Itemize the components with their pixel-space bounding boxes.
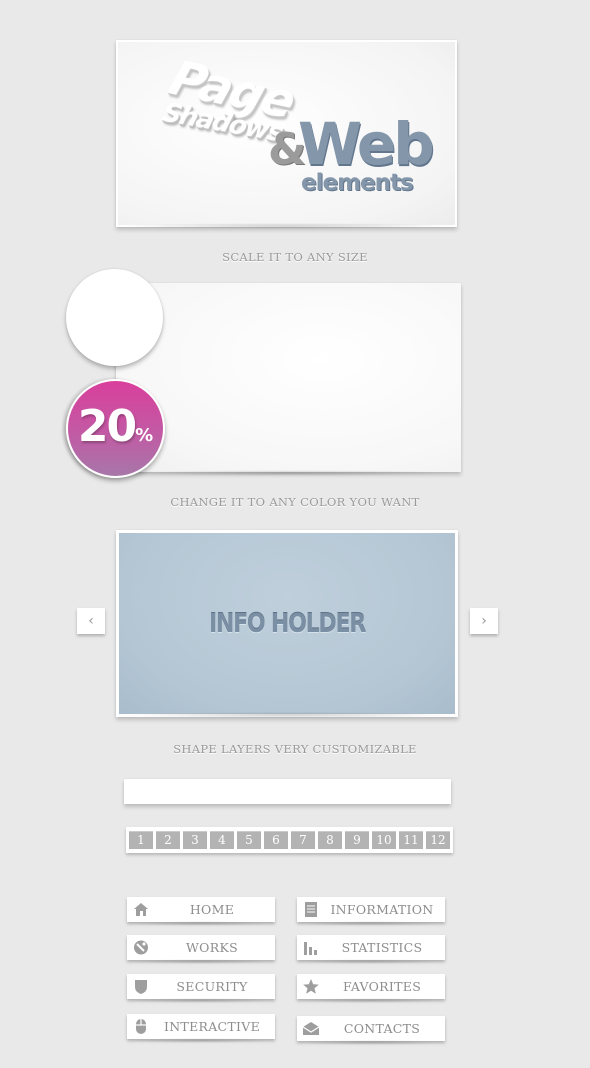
logo-word-web: Web (298, 110, 435, 178)
white-card (116, 283, 461, 476)
page-button[interactable]: 9 (345, 831, 369, 849)
page-button[interactable]: 1 (129, 831, 153, 849)
pagination: 1 2 3 4 5 6 7 8 9 10 11 12 (126, 827, 453, 853)
text-input[interactable] (124, 779, 451, 804)
bar-chart-icon (304, 942, 317, 955)
nav-button-contacts[interactable]: CONTACTS (297, 1016, 445, 1045)
envelope-icon (302, 1022, 320, 1035)
nav-button-information[interactable]: INFORMATION (297, 897, 445, 926)
caption-shape: SHAPE LAYERS VERY CUSTOMIZABLE (173, 742, 417, 756)
mouse-icon (136, 1019, 146, 1034)
page-button[interactable]: 12 (426, 831, 450, 849)
shield-icon (135, 980, 147, 994)
badge-number: 20 (77, 401, 137, 452)
nav-label: WORKS (186, 940, 238, 955)
home-icon (134, 903, 148, 916)
page-button[interactable]: 7 (291, 831, 315, 849)
chevron-right-icon: › (481, 613, 487, 629)
nav-button-favorites[interactable]: FAVORITES (297, 974, 445, 1003)
nav-button-security[interactable]: SECURITY (127, 974, 275, 1003)
nav-label: STATISTICS (341, 940, 423, 955)
logo-word-elements: elements (301, 170, 414, 196)
document-icon (305, 902, 317, 917)
page-button[interactable]: 6 (264, 831, 288, 849)
nav-label: CONTACTS (343, 1021, 421, 1036)
chevron-left-icon: ‹ (88, 613, 94, 629)
page-button[interactable]: 3 (183, 831, 207, 849)
page-button[interactable]: 4 (210, 831, 234, 849)
page-button[interactable]: 10 (372, 831, 396, 849)
page-button[interactable]: 5 (237, 831, 261, 849)
nav-button-home[interactable]: HOME (127, 897, 275, 926)
page-button[interactable]: 8 (318, 831, 342, 849)
slider-next-button[interactable]: › (470, 608, 498, 634)
nav-label: SECURITY (176, 979, 248, 994)
info-holder: INFO HOLDER (116, 530, 458, 718)
badge-unit: % (135, 425, 154, 446)
nav-label: INFORMATION (330, 902, 434, 917)
star-icon (303, 979, 319, 994)
nav-button-works[interactable]: WORKS (127, 935, 275, 964)
nav-label: HOME (189, 902, 235, 917)
works-icon (134, 940, 148, 955)
caption-color: CHANGE IT TO ANY COLOR YOU WANT (170, 495, 420, 509)
logo-card: Page Shadows & Web elements (116, 40, 457, 229)
nav-label: FAVORITES (342, 979, 422, 994)
slider-prev-button[interactable]: ‹ (77, 608, 105, 634)
page-button[interactable]: 11 (399, 831, 423, 849)
info-holder-label: INFO HOLDER (208, 609, 366, 639)
nav-button-interactive[interactable]: INTERACTIVE (127, 1014, 275, 1043)
page-button[interactable]: 2 (156, 831, 180, 849)
nav-button-statistics[interactable]: STATISTICS (297, 935, 445, 964)
nav-label: INTERACTIVE (163, 1019, 261, 1034)
white-circle-badge (66, 269, 163, 366)
caption-scale: SCALE IT TO ANY SIZE (222, 250, 368, 264)
percent-badge: 20% (66, 379, 165, 478)
